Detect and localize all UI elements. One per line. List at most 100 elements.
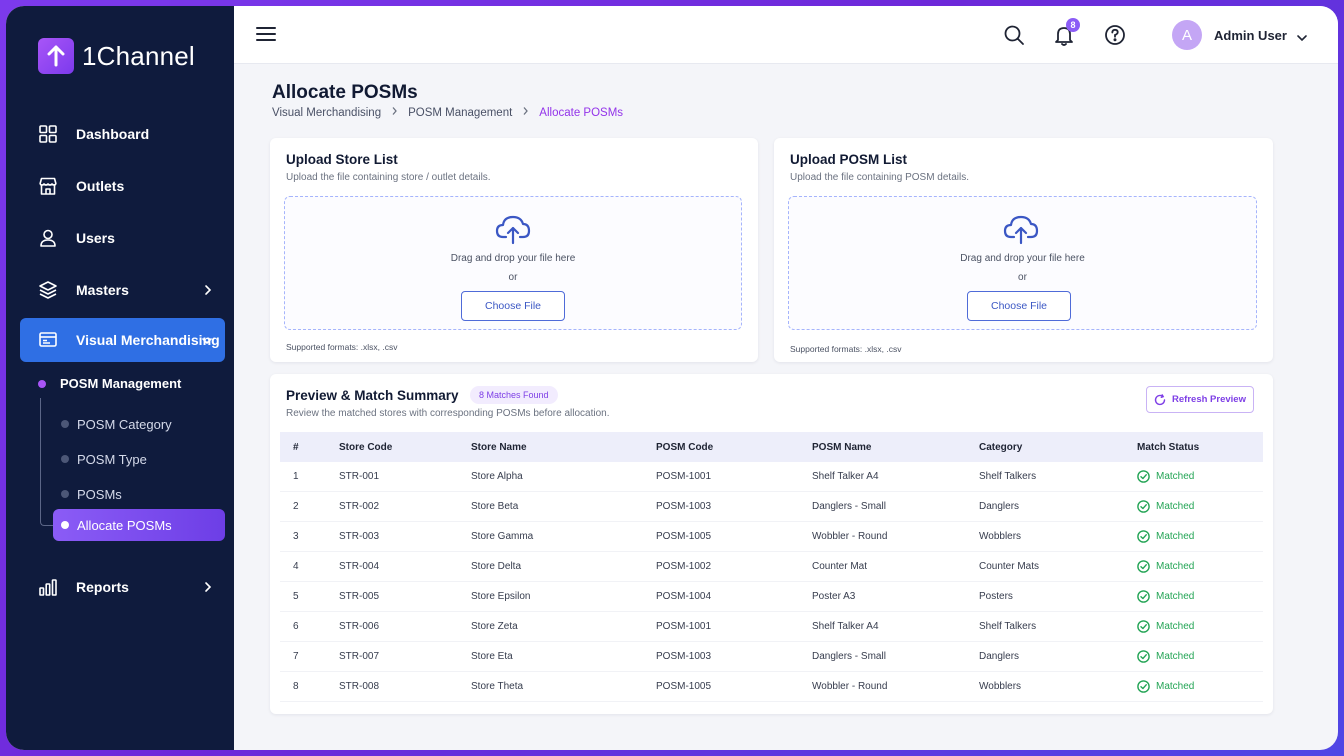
table-row[interactable]: 7 STR-007 Store Eta POSM-1003 Danglers - Sma… (280, 642, 1263, 672)
sidebar-subgroup-label: POSM Management (60, 376, 182, 391)
sidebar-item-label: Outlets (76, 178, 125, 194)
table-cell: POSM-1002 (656, 561, 712, 572)
breadcrumb-item[interactable]: Visual Merchandising (272, 107, 381, 119)
sidebar-item-label: Visual Merchandising (76, 332, 220, 348)
table-cell: Store Alpha (471, 471, 523, 482)
sidebar-item-visual-merchandising[interactable]: Visual Merchandising (20, 318, 225, 362)
status-badge: Matched (1137, 500, 1194, 513)
cloud-upload-icon (495, 213, 531, 250)
supported-formats: Supported formats: .xlsx, .csv (286, 342, 398, 352)
status-cell: Matched (1137, 680, 1263, 693)
status-badge: Matched (1137, 530, 1194, 543)
check-circle-icon (1137, 650, 1150, 663)
column-header: Category (979, 441, 1023, 453)
table-cell: POSM-1001 (656, 621, 712, 632)
dropzone-or: or (1018, 272, 1027, 283)
bullet-icon (61, 455, 69, 463)
avatar[interactable]: A (1172, 20, 1202, 50)
choose-file-button[interactable]: Choose File (967, 291, 1071, 321)
bullet-icon (61, 521, 69, 529)
sidebar-item-outlets[interactable]: Outlets (20, 164, 225, 208)
store-dropzone[interactable]: Drag and drop your file here or Choose F… (284, 196, 742, 330)
supported-formats: Supported formats: .xlsx, .csv (790, 344, 902, 354)
dropzone-text: Drag and drop your file here (450, 253, 576, 264)
store-icon (38, 176, 58, 196)
status-badge: Matched (1137, 470, 1194, 483)
status-text: Matched (1156, 561, 1195, 572)
choose-file-button[interactable]: Choose File (461, 291, 565, 321)
brand[interactable]: 1Channel (38, 38, 195, 74)
table-cell: Danglers (979, 501, 1020, 512)
table-cell: Wobblers (979, 681, 1022, 692)
breadcrumb: Visual Merchandising POSM Management All… (272, 106, 623, 119)
chevron-right-icon (203, 580, 213, 596)
sidebar-subitem-allocate-posms[interactable]: Allocate POSMs (53, 509, 225, 541)
table-row[interactable]: 2 STR-002 Store Beta POSM-1003 Danglers - Sm… (280, 492, 1263, 522)
card-subtitle: Upload the file containing POSM details. (790, 172, 969, 183)
sidebar-subitem-posm-type[interactable]: POSM Type (53, 443, 225, 475)
sidebar-subitem-label: POSM Category (77, 416, 172, 432)
hamburger-menu-icon[interactable] (256, 25, 276, 48)
table-cell: Store Theta (471, 681, 524, 692)
user-name[interactable]: Admin User (1214, 28, 1287, 43)
table-row[interactable]: 4 STR-004 Store Delta POSM-1002 Counter Mat C… (280, 552, 1263, 582)
table-cell: STR-008 (339, 681, 380, 692)
bullet-icon (38, 379, 46, 388)
check-circle-icon (1137, 500, 1150, 513)
sidebar-subitem-label: Allocate POSMs (77, 517, 172, 533)
refresh-label: Refresh Preview (1172, 394, 1246, 405)
status-badge: Matched (1137, 560, 1194, 573)
table-cell: STR-003 (339, 531, 380, 542)
table-cell: STR-005 (339, 591, 380, 602)
check-circle-icon (1137, 470, 1150, 483)
table-row[interactable]: 8 STR-008 Store Theta POSM-1005 Wobbler - Ro… (280, 672, 1263, 702)
table-cell: 4 (293, 561, 299, 572)
refresh-preview-button[interactable]: Refresh Preview (1146, 386, 1254, 413)
sidebar-subitem-posm-category[interactable]: POSM Category (53, 408, 225, 440)
tree-connector (40, 398, 54, 526)
cloud-upload-icon (1003, 213, 1039, 250)
brand-name: 1Channel (82, 40, 195, 71)
status-cell: Matched (1137, 650, 1263, 663)
dropzone-or: or (508, 272, 518, 283)
posm-dropzone[interactable]: Drag and drop your file here or Choose F… (788, 196, 1257, 330)
sidebar-item-reports[interactable]: Reports (20, 565, 225, 609)
bullet-icon (61, 490, 69, 498)
table-cell: Wobbler - Round (812, 681, 888, 692)
upload-store-card: Upload Store List Upload the file contai… (270, 138, 758, 362)
search-icon[interactable] (1002, 23, 1026, 47)
check-circle-icon (1137, 620, 1150, 633)
sidebar-item-masters[interactable]: Masters (20, 268, 225, 312)
status-cell: Matched (1137, 530, 1263, 543)
app-window: 1Channel Dashboard Outlets Users Masters (6, 6, 1338, 750)
table-row[interactable]: 5 STR-005 Store Epsilon POSM-1004 Poster A3 P… (280, 582, 1263, 612)
breadcrumb-item[interactable]: POSM Management (408, 107, 512, 119)
sidebar-item-dashboard[interactable]: Dashboard (20, 112, 225, 156)
card-title: Upload POSM List (790, 152, 908, 167)
status-text: Matched (1156, 471, 1195, 482)
monitor-icon (38, 330, 58, 350)
column-header: Store Code (339, 441, 393, 453)
table-row[interactable]: 3 STR-003 Store Gamma POSM-1005 Wobbler - Ro… (280, 522, 1263, 552)
card-title: Upload Store List (286, 152, 398, 167)
sidebar-subitem-posms[interactable]: POSMs (53, 478, 225, 510)
match-table: # Store Code Store Name POSM Code POSM N… (280, 432, 1263, 702)
bullet-icon (61, 420, 69, 428)
refresh-icon (1154, 393, 1166, 406)
table-cell: Store Beta (471, 501, 519, 512)
table-cell: Counter Mats (979, 561, 1040, 572)
table-cell: POSM-1005 (656, 531, 712, 542)
preview-summary-card: Preview & Match Summary 8 Matches Found … (270, 374, 1273, 714)
chevron-down-icon[interactable] (1296, 30, 1308, 48)
chevron-right-icon (522, 106, 529, 119)
help-icon[interactable] (1103, 23, 1127, 47)
table-cell: STR-007 (339, 651, 380, 662)
table-row[interactable]: 6 STR-006 Store Zeta POSM-1001 Shelf Talker … (280, 612, 1263, 642)
sidebar-item-label: Dashboard (76, 126, 150, 142)
brand-logo-icon (38, 38, 74, 74)
sidebar-item-users[interactable]: Users (20, 216, 225, 260)
sidebar-subgroup-posm-management[interactable]: POSM Management (38, 376, 181, 391)
table-cell: Store Delta (471, 561, 522, 572)
notification-badge: 8 (1066, 18, 1080, 32)
table-row[interactable]: 1 STR-001 Store Alpha POSM-1001 Shelf Talker… (280, 462, 1263, 492)
